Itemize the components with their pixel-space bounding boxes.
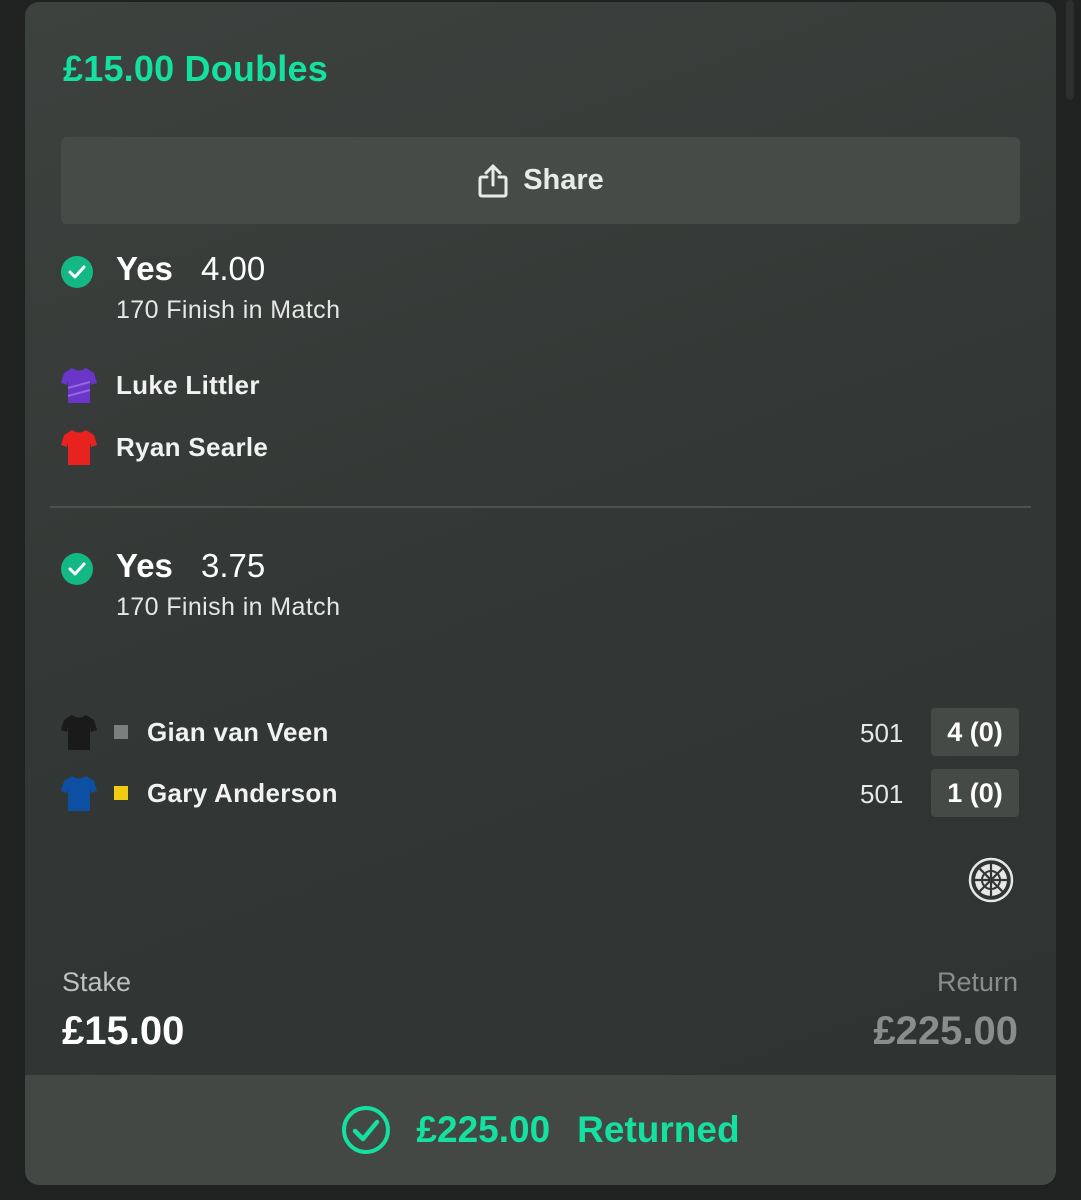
player-row: Luke Littler xyxy=(61,365,260,405)
selection-market: 170 Finish in Match xyxy=(116,593,341,621)
selection-name: Yes xyxy=(116,547,173,584)
player-name: Ryan Searle xyxy=(116,431,269,462)
shirt-icon xyxy=(61,368,97,403)
check-icon xyxy=(61,256,93,288)
selection-odds: 3.75 xyxy=(201,547,266,584)
returned-footer: £225.00 Returned xyxy=(25,1075,1056,1185)
player-row: Gian van Veen xyxy=(61,712,329,752)
stake-value: £15.00 xyxy=(62,1009,185,1053)
legs-score: 1 (0) xyxy=(931,769,1019,817)
scrollbar[interactable] xyxy=(1066,0,1074,100)
player-name: Luke Littler xyxy=(116,369,260,400)
divider xyxy=(50,506,1031,508)
return-label: Return xyxy=(936,967,1018,997)
player-name: Gian van Veen xyxy=(147,716,329,747)
share-button[interactable]: Share xyxy=(61,137,1020,224)
player-row: Gary Anderson xyxy=(61,773,338,813)
player-row: Ryan Searle xyxy=(61,427,268,467)
return-value: £225.00 xyxy=(873,1009,1018,1053)
shirt-icon xyxy=(61,776,97,811)
player-marker xyxy=(114,786,128,800)
shirt-icon xyxy=(61,715,97,750)
player-marker xyxy=(114,725,128,739)
legs-score: 4 (0) xyxy=(931,708,1019,756)
shirt-icon xyxy=(61,430,97,465)
returned-amount: £225.00 xyxy=(416,1109,551,1150)
start-score: 501 xyxy=(860,779,904,809)
check-circle-icon xyxy=(342,1106,391,1154)
bet-card: £15.00 Doubles Share Yes 4.00 170 Finish… xyxy=(25,2,1056,1185)
stake-label: Stake xyxy=(62,967,132,997)
bet-title: £15.00 Doubles xyxy=(63,48,328,89)
share-icon xyxy=(477,163,509,199)
share-label: Share xyxy=(523,164,604,196)
selection-odds: 4.00 xyxy=(201,250,266,287)
check-icon xyxy=(61,553,93,585)
dartboard-icon xyxy=(968,857,1014,903)
player-name: Gary Anderson xyxy=(147,777,338,808)
selection-name: Yes xyxy=(116,250,173,287)
selection-market: 170 Finish in Match xyxy=(116,296,341,324)
returned-status: Returned xyxy=(577,1109,740,1150)
start-score: 501 xyxy=(860,718,904,748)
